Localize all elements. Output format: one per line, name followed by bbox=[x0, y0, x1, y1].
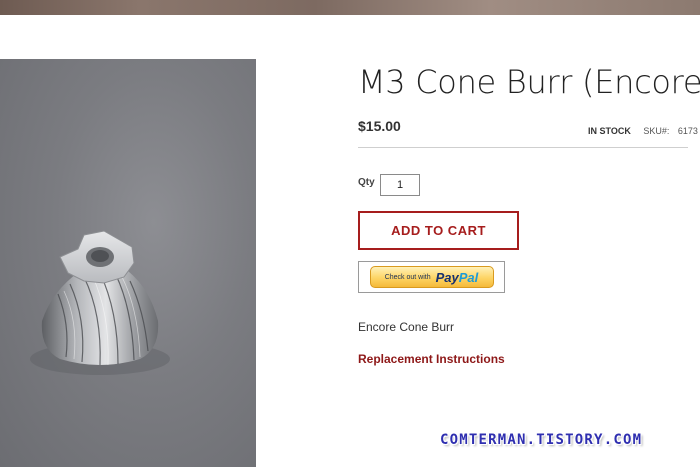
paypal-checkout-text: Check out with bbox=[384, 273, 431, 281]
replacement-instructions-link[interactable]: Replacement Instructions bbox=[358, 352, 505, 366]
product-price: $15.00 bbox=[358, 118, 401, 134]
qty-input[interactable] bbox=[380, 174, 420, 196]
product-title: M3 Cone Burr (Encore) bbox=[358, 63, 700, 101]
product-description: Encore Cone Burr bbox=[358, 320, 455, 334]
stock-sku-row: IN STOCK SKU#: 6173 bbox=[588, 126, 698, 136]
paypal-logo-pay: Pay bbox=[435, 269, 459, 285]
paypal-logo-icon: PayPal bbox=[436, 270, 479, 285]
stock-status: IN STOCK bbox=[588, 126, 631, 136]
paypal-checkout-container: Check out with PayPal bbox=[358, 261, 505, 293]
paypal-logo-pal: Pal bbox=[458, 269, 479, 285]
sku-value: 6173 bbox=[677, 126, 698, 136]
cone-burr-illustration bbox=[30, 230, 170, 375]
product-image[interactable] bbox=[0, 59, 256, 467]
add-to-cart-button[interactable]: ADD TO CART bbox=[358, 211, 519, 250]
sku-label: SKU#: bbox=[643, 126, 670, 136]
top-banner-image bbox=[0, 0, 700, 15]
divider bbox=[358, 147, 688, 148]
qty-label: Qty bbox=[358, 177, 375, 188]
paypal-checkout-button[interactable]: Check out with PayPal bbox=[369, 266, 494, 288]
watermark: COMTERMAN.TISTORY.COM bbox=[440, 432, 643, 448]
